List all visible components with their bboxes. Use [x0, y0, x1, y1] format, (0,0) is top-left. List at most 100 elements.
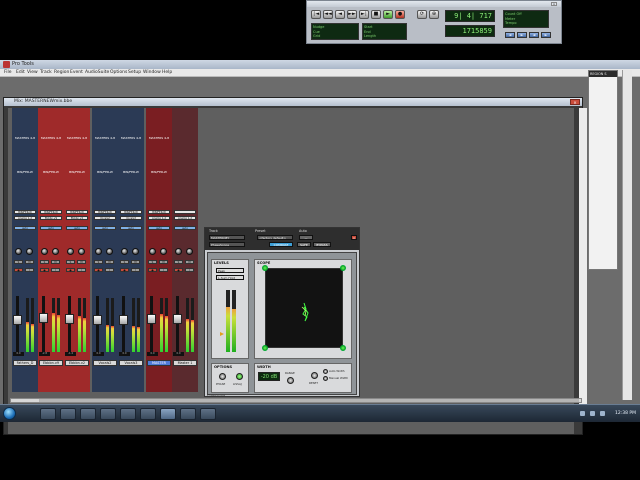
volume-fader[interactable]	[39, 313, 48, 324]
online-button[interactable]: ∣◄	[311, 10, 321, 19]
menu-help[interactable]: Help	[162, 69, 172, 77]
tray-flag-icon[interactable]	[600, 411, 605, 416]
volume-readout[interactable]: 0.0	[119, 352, 130, 356]
menu-setup[interactable]: Setup	[128, 69, 141, 77]
fast-forward-button[interactable]: ►►	[347, 10, 357, 19]
mute-button[interactable]: M	[131, 260, 140, 264]
volume-fader[interactable]	[147, 314, 156, 325]
output-selector[interactable]: Ebbbn.v2	[66, 216, 88, 220]
app-titlebar[interactable]: Pro Tools	[0, 60, 640, 69]
taskbar-app-6[interactable]	[140, 408, 156, 420]
taskbar-app-3[interactable]	[80, 408, 96, 420]
lissajous-button[interactable]	[236, 373, 243, 380]
tray-network-icon[interactable]	[580, 411, 585, 416]
mode-selector[interactable]: L-Sum Hold	[216, 275, 244, 280]
volume-fader[interactable]	[173, 314, 182, 325]
mute-button[interactable]: M	[185, 260, 194, 264]
track-name[interactable]: Vocals3	[119, 360, 143, 366]
pan-knob-right[interactable]	[186, 248, 193, 255]
automation-mode[interactable]: auto	[94, 226, 116, 230]
pan-knob-right[interactable]	[26, 248, 33, 255]
send-slot[interactable]: BIN/FER-W	[13, 170, 37, 174]
automation-mode[interactable]: auto	[148, 226, 170, 230]
input-monitor-button[interactable]: I	[25, 268, 34, 272]
track-selector[interactable]: MASTERNEY	[209, 235, 245, 240]
volume-readout[interactable]: -1.4	[65, 352, 76, 356]
record-arm-button[interactable]: ●	[40, 268, 49, 272]
pan-knob-right[interactable]	[132, 248, 139, 255]
scroll-thumb[interactable]	[39, 399, 579, 402]
mute-button[interactable]: M	[25, 260, 34, 264]
volume-readout[interactable]: 0.0	[13, 352, 24, 356]
solo-button[interactable]: S	[14, 260, 23, 264]
volume-fader[interactable]	[93, 315, 102, 326]
volume-readout[interactable]: 0.0	[147, 352, 158, 356]
play-button[interactable]: ►	[383, 10, 393, 19]
solo-button[interactable]: S	[148, 260, 157, 264]
record-arm-button[interactable]: ●	[14, 268, 23, 272]
automation-mode[interactable]: auto	[40, 226, 62, 230]
start-button[interactable]	[3, 407, 16, 420]
solo-button[interactable]: S	[66, 260, 75, 264]
output-selector[interactable]: Analog 1-2	[14, 216, 36, 220]
tray-volume-icon[interactable]	[590, 411, 595, 416]
solo-button[interactable]: S	[174, 260, 183, 264]
record-arm-button[interactable]: ●	[174, 268, 183, 272]
solo-button[interactable]: S	[94, 260, 103, 264]
transport-mode-button-4[interactable]: ►	[541, 32, 551, 38]
mute-button[interactable]: M	[77, 260, 86, 264]
menu-region[interactable]: Region	[54, 69, 69, 77]
input-selector[interactable]	[174, 210, 196, 214]
mix-titlebar[interactable]: Mix: MASTERNEWmix.bbe ×	[4, 98, 582, 106]
width-readout[interactable]: -20 dB	[258, 372, 280, 381]
return-to-zero-button[interactable]: ◄◄	[323, 10, 333, 19]
preset-selector[interactable]: <factory default>	[257, 235, 293, 240]
send-slot[interactable]: BIN/FER-W	[39, 170, 63, 174]
menu-view[interactable]: View	[27, 69, 38, 77]
go-to-end-button[interactable]: ►∣	[359, 10, 369, 19]
send-slot[interactable]: BIN/FER-W	[119, 170, 143, 174]
plugin-selector[interactable]: PhaseScope	[209, 242, 245, 247]
record-arm-button[interactable]: ●	[148, 268, 157, 272]
solo-button[interactable]: S	[120, 260, 129, 264]
auto-width-radio[interactable]	[323, 369, 328, 374]
automation-mode[interactable]: auto	[66, 226, 88, 230]
pan-knob-left[interactable]	[149, 248, 156, 255]
transport-mode-button-2[interactable]: ►	[517, 32, 527, 38]
edit-scrollbar[interactable]	[622, 70, 632, 400]
insert-slot[interactable]: MASTERS 4-8	[93, 136, 117, 140]
loop-button[interactable]: ⟳	[417, 10, 427, 19]
range-knob[interactable]	[287, 377, 294, 384]
send-slot[interactable]: BIN/FER-W	[93, 170, 117, 174]
input-selector[interactable]: BIN/FER-W	[40, 210, 62, 214]
pan-knob-right[interactable]	[52, 248, 59, 255]
taskbar-app-2[interactable]	[60, 408, 76, 420]
taskbar-app-8[interactable]	[180, 408, 196, 420]
pan-knob-left[interactable]	[67, 248, 74, 255]
bypass-button[interactable]: BYPASS	[313, 242, 331, 247]
input-monitor-button[interactable]: I	[185, 268, 194, 272]
input-selector[interactable]: BIN/FER-W	[148, 210, 170, 214]
volume-fader[interactable]	[119, 315, 128, 326]
pan-knob-right[interactable]	[106, 248, 113, 255]
volume-fader[interactable]	[13, 315, 22, 326]
input-monitor-button[interactable]: I	[105, 268, 114, 272]
send-slot[interactable]: BIN/FER-W	[147, 170, 171, 174]
mix-close-button[interactable]: ×	[570, 99, 580, 105]
track-name[interactable]: Ebbbn.v2	[65, 360, 89, 366]
safe-button[interactable]: SAFE	[297, 242, 311, 247]
taskbar-explorer[interactable]	[40, 408, 56, 420]
transport-titlebar[interactable]	[307, 1, 561, 7]
plugin-close-button[interactable]: ×	[351, 235, 357, 240]
auto-button[interactable]: —	[299, 235, 313, 240]
input-monitor-button[interactable]: I	[51, 268, 60, 272]
taskbar-app-9[interactable]	[200, 408, 216, 420]
input-monitor-button[interactable]: I	[131, 268, 140, 272]
taskbar-app-4[interactable]	[100, 408, 116, 420]
record-arm-button[interactable]: ●	[120, 268, 129, 272]
input-selector[interactable]: BIN/FER-W	[120, 210, 142, 214]
pan-knob-left[interactable]	[95, 248, 102, 255]
volume-readout[interactable]: 0.0	[173, 352, 184, 356]
pan-knob-left[interactable]	[15, 248, 22, 255]
manual-width-radio[interactable]	[323, 376, 328, 381]
